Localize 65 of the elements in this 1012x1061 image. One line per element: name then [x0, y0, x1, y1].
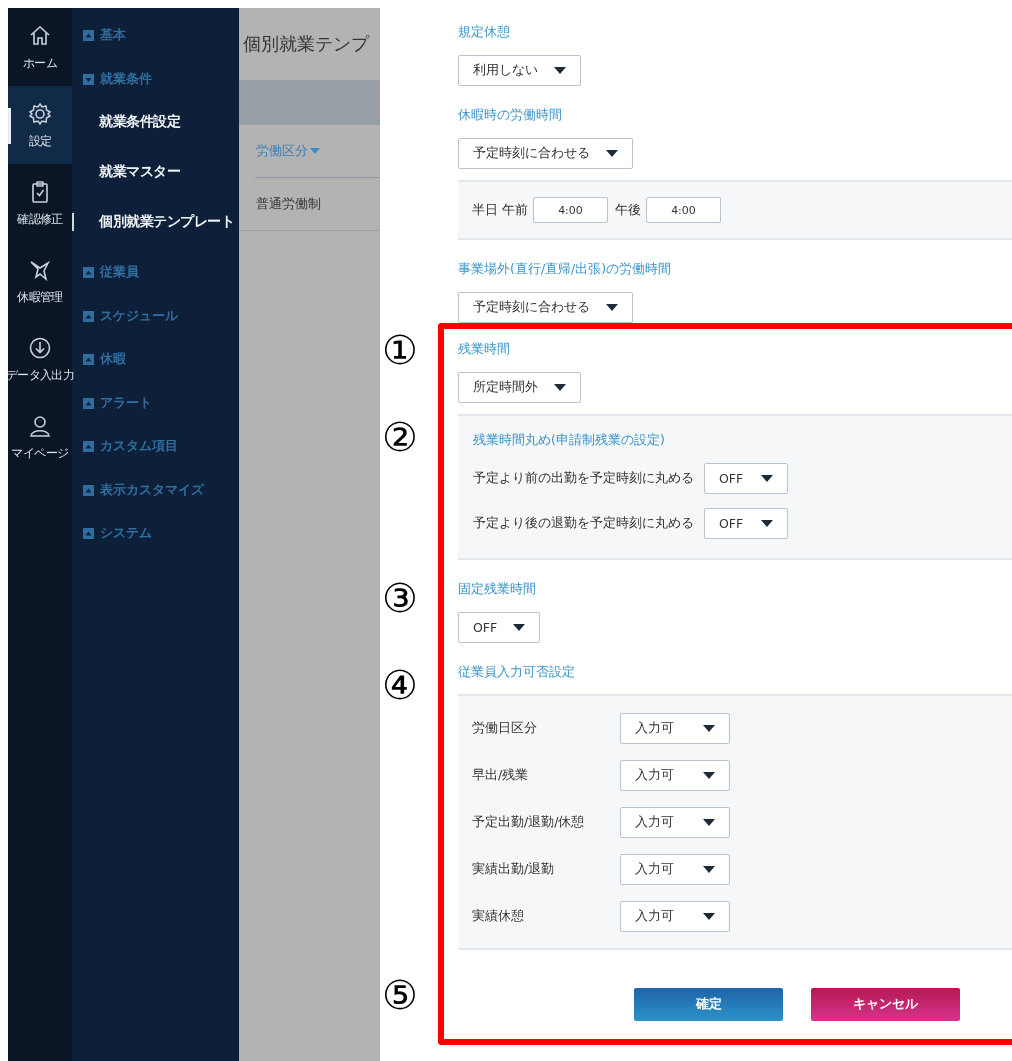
caret-icon: [606, 150, 618, 157]
nav-label: 休暇管理: [17, 288, 63, 306]
caret-icon: [703, 772, 715, 779]
menu-item[interactable]: 就業マスター: [72, 147, 239, 197]
sort-caret-icon[interactable]: [310, 147, 320, 155]
field-label: 半日 午前: [472, 201, 528, 219]
dropdown[interactable]: 利用しない: [458, 55, 581, 86]
dropdown[interactable]: 入力可: [620, 760, 730, 791]
field-label: 実績休憩: [472, 908, 525, 925]
field-label: 予定より前の出勤を予定時刻に丸める: [473, 470, 694, 487]
caret-icon: [554, 67, 566, 74]
dropdown[interactable]: OFF: [704, 508, 788, 539]
settings-icon: [27, 100, 53, 127]
field-label: 実績出勤/退勤: [472, 861, 556, 878]
table-cell: 普通労働制: [256, 195, 321, 213]
caret-icon: [703, 866, 715, 873]
dropdown[interactable]: 入力可: [620, 901, 730, 932]
annotation-number: ④: [381, 661, 419, 710]
field-label: 事業場外(直行/直帰/出張)の労働時間: [458, 260, 673, 278]
caret-icon: [703, 725, 715, 732]
field-label: 予定より後の退勤を予定時刻に丸める: [473, 515, 694, 532]
field-label: 従業員入力可否設定: [458, 663, 576, 681]
caret-icon: [703, 913, 715, 920]
nav-label: 設定: [28, 132, 52, 150]
caret-icon: [703, 819, 715, 826]
dropdown[interactable]: 入力可: [620, 713, 730, 744]
field-label: 労働日区分: [472, 720, 538, 737]
caret-icon: [761, 475, 773, 482]
caret-icon: [513, 624, 526, 631]
group-title: 残業時間丸め(申請制残業の設定): [473, 431, 666, 449]
caret-icon: [606, 304, 618, 311]
nav-item[interactable]: 休暇管理: [8, 242, 72, 320]
field-label: 残業時間: [458, 340, 511, 358]
annotation-number: ⑤: [381, 971, 419, 1020]
cancel-button[interactable]: キャンセル: [811, 988, 960, 1021]
page-title: 個別就業テンプ: [242, 32, 371, 56]
field-label: 固定残業時間: [458, 580, 537, 598]
dropdown[interactable]: OFF: [704, 463, 788, 494]
field-label: 規定休憩: [458, 23, 511, 41]
time-field[interactable]: 4:00: [533, 197, 608, 223]
nav-label: 確認修正: [17, 210, 63, 228]
annotation-number: ③: [381, 574, 419, 623]
annotation-number: ①: [381, 326, 419, 375]
field-label: 予定出勤/退勤/休憩: [472, 814, 586, 831]
dropdown[interactable]: 入力可: [620, 854, 730, 885]
dropdown[interactable]: OFF: [458, 612, 541, 643]
dropdown[interactable]: 入力可: [620, 807, 730, 838]
dropdown[interactable]: 予定時刻に合わせる: [458, 292, 633, 323]
annotation-number: ②: [381, 413, 419, 462]
nav-label: ホーム: [22, 54, 58, 72]
menu-item[interactable]: 個別就業テンプレート: [72, 197, 239, 247]
nav-label: マイページ: [11, 444, 69, 462]
time-field[interactable]: 4:00: [646, 197, 721, 223]
nav-item[interactable]: 設定: [8, 86, 72, 164]
confirm-button[interactable]: 確定: [634, 988, 783, 1021]
nav-item[interactable]: 確認修正: [8, 164, 72, 242]
field-label: 休暇時の労働時間: [458, 106, 563, 124]
nav-item[interactable]: マイページ: [8, 398, 72, 476]
field-label: 午後: [615, 201, 641, 219]
dropdown[interactable]: 予定時刻に合わせる: [458, 138, 633, 169]
dropdown[interactable]: 所定時間外: [458, 372, 581, 403]
caret-icon: [554, 384, 566, 391]
caret-icon: [761, 520, 773, 527]
field-label: 早出/残業: [472, 767, 530, 784]
nav-item[interactable]: ホーム: [8, 8, 72, 86]
